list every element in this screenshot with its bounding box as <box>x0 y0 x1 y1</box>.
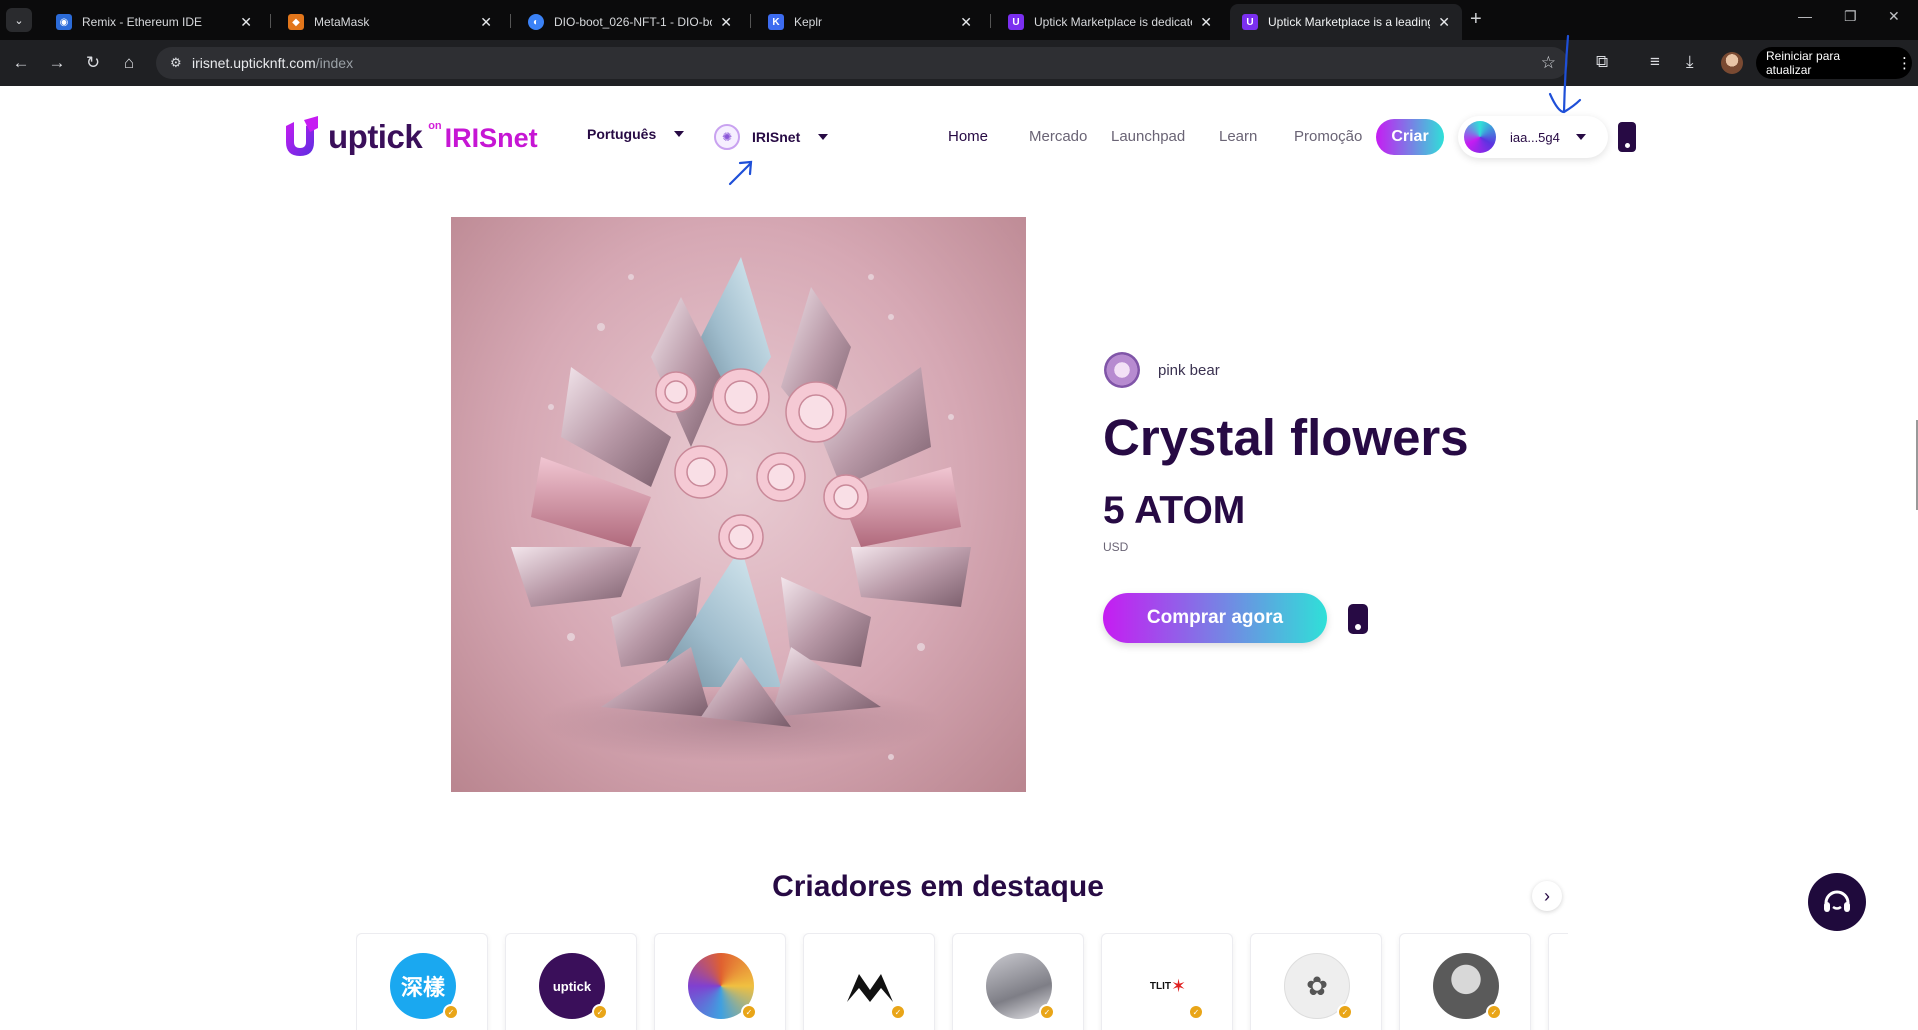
creator-card[interactable]: TLIT ✶ ✓ <box>1101 933 1233 1030</box>
close-icon[interactable]: ✕ <box>1438 14 1450 31</box>
back-icon[interactable]: ← <box>8 50 34 76</box>
featured-creators-list: 深樣 ✓ uptick ✓ ✓ ✓ ✓ TLIT ✶ ✓ ✿ ✓ ✓ <box>356 933 1568 1030</box>
tab-dio[interactable]: ◐ DIO-boot_026-NFT-1 - DIO-bo ✕ <box>516 4 744 40</box>
wallet-button[interactable]: iaa...5g4 <box>1458 116 1608 158</box>
verified-badge-icon: ✓ <box>890 1004 906 1020</box>
close-window-icon[interactable]: ✕ <box>1888 8 1900 25</box>
creator-card[interactable]: uptick ✓ <box>505 933 637 1030</box>
creator-name[interactable]: pink bear <box>1158 362 1220 379</box>
browser-tab-strip: ⌄ ◉ Remix - Ethereum IDE ✕ ◆ MetaMask ✕ … <box>0 0 1918 40</box>
annotation-arrow <box>728 160 753 186</box>
wallet-avatar <box>1464 121 1496 153</box>
buy-now-button[interactable]: Comprar agora <box>1103 593 1327 643</box>
verified-badge-icon: ✓ <box>741 1004 757 1020</box>
reload-icon[interactable]: ↻ <box>80 50 106 76</box>
creator-info[interactable]: pink bear <box>1104 352 1220 388</box>
tab-search-button[interactable]: ⌄ <box>6 8 32 32</box>
keplr-icon: K <box>768 14 784 30</box>
verified-badge-icon: ✓ <box>443 1004 459 1020</box>
media-controls-icon[interactable]: ≡ <box>1650 52 1660 72</box>
verified-badge-icon: ✓ <box>592 1004 608 1020</box>
new-tab-button[interactable]: + <box>1470 8 1482 31</box>
language-selector[interactable]: Português <box>587 126 685 142</box>
uptick-icon: U <box>1242 14 1258 30</box>
nft-image[interactable] <box>451 217 1026 792</box>
minimize-icon[interactable]: — <box>1798 8 1812 24</box>
tab-metamask[interactable]: ◆ MetaMask ✕ <box>276 4 504 40</box>
nft-title: Crystal flowers <box>1103 409 1469 466</box>
creator-card[interactable] <box>1548 933 1568 1030</box>
uptick-logo[interactable]: uptick on IRISnet <box>282 116 538 160</box>
remix-icon: ◉ <box>56 14 72 30</box>
mobile-app-icon[interactable] <box>1618 122 1636 152</box>
verified-badge-icon: ✓ <box>1486 1004 1502 1020</box>
close-icon[interactable]: ✕ <box>240 14 252 31</box>
nav-mercado[interactable]: Mercado <box>1029 128 1087 145</box>
download-icon[interactable]: ⤓ <box>1686 52 1694 72</box>
bookmark-star-icon[interactable]: ☆ <box>1541 53 1556 73</box>
create-button[interactable]: Criar <box>1376 119 1444 155</box>
creator-card[interactable]: ✓ <box>952 933 1084 1030</box>
chevron-right-icon[interactable]: › <box>1532 881 1562 911</box>
chevron-down-icon <box>818 134 829 140</box>
chevron-down-icon <box>1575 134 1586 140</box>
chevron-down-icon <box>674 131 685 137</box>
crystal-flowers-artwork <box>511 257 971 762</box>
close-icon[interactable]: ✕ <box>1200 14 1212 31</box>
creator-card[interactable]: ✿ ✓ <box>1250 933 1382 1030</box>
tab-remix[interactable]: ◉ Remix - Ethereum IDE ✕ <box>44 4 264 40</box>
nav-home[interactable]: Home <box>948 128 988 145</box>
nav-launchpad[interactable]: Launchpad <box>1111 128 1185 145</box>
featured-creators-title: Criadores em destaque <box>772 870 1104 903</box>
creator-card[interactable]: ✓ <box>1399 933 1531 1030</box>
metamask-fox-icon: ◆ <box>288 14 304 30</box>
restart-update-button[interactable]: Reiniciar para atualizar ⋮ <box>1756 47 1912 79</box>
dio-icon: ◐ <box>528 14 544 30</box>
nav-promocao[interactable]: Promoção <box>1294 128 1362 145</box>
chain-selector[interactable]: ✺ IRISnet <box>714 124 829 150</box>
home-icon[interactable]: ⌂ <box>116 50 142 76</box>
tab-uptick-active[interactable]: U Uptick Marketplace is a leading ✕ <box>1230 4 1462 40</box>
creator-card[interactable]: ✓ <box>654 933 786 1030</box>
creator-card[interactable]: 深樣 ✓ <box>356 933 488 1030</box>
url-host: irisnet.upticknft.com <box>192 55 316 71</box>
close-icon[interactable]: ✕ <box>960 14 972 31</box>
url-path: /index <box>315 55 354 71</box>
uptick-icon: U <box>1008 14 1024 30</box>
tab-uptick-1[interactable]: U Uptick Marketplace is dedicate ✕ <box>996 4 1224 40</box>
forward-icon[interactable]: → <box>44 50 70 76</box>
nft-price: 5 ATOM <box>1103 489 1246 532</box>
verified-badge-icon: ✓ <box>1337 1004 1353 1020</box>
restore-icon[interactable]: ❐ <box>1844 8 1857 25</box>
mobile-app-icon[interactable] <box>1348 604 1368 634</box>
irisnet-icon: ✺ <box>714 124 740 150</box>
site-settings-icon[interactable]: ⚙ <box>170 55 186 71</box>
headset-icon <box>1824 890 1850 912</box>
nft-fiat-price: USD <box>1103 540 1129 554</box>
support-chat-button[interactable] <box>1808 873 1866 931</box>
nav-learn[interactable]: Learn <box>1219 128 1257 145</box>
verified-badge-icon: ✓ <box>1039 1004 1055 1020</box>
tab-keplr[interactable]: K Keplr ✕ <box>756 4 984 40</box>
verified-badge-icon: ✓ <box>1188 1004 1204 1020</box>
address-bar[interactable]: ⚙ irisnet.upticknft.com/index ☆ <box>156 47 1568 79</box>
more-options-icon[interactable]: ⋮ <box>1897 54 1912 72</box>
creator-avatar[interactable] <box>1104 352 1140 388</box>
close-icon[interactable]: ✕ <box>480 14 492 31</box>
uptick-logo-icon <box>286 116 318 156</box>
close-icon[interactable]: ✕ <box>720 14 732 31</box>
creator-card[interactable]: ✓ <box>803 933 935 1030</box>
profile-avatar[interactable] <box>1721 52 1743 74</box>
extensions-icon[interactable]: ⧉ <box>1596 52 1608 72</box>
